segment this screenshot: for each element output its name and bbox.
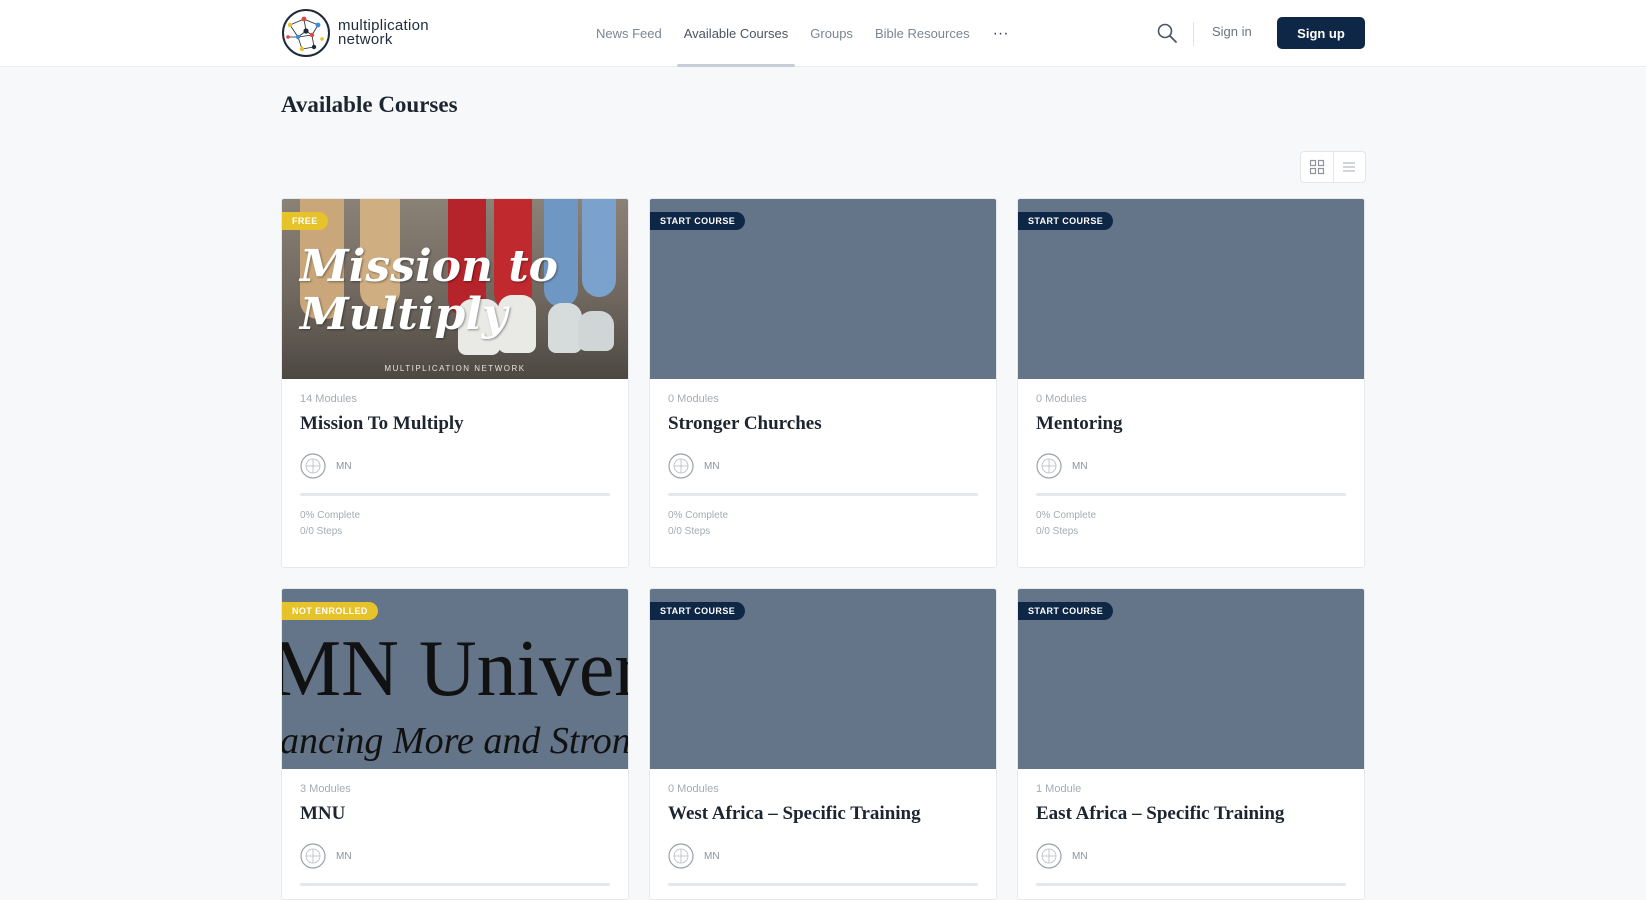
sign-in-link[interactable]: Sign in [1212, 24, 1252, 39]
logo-line-2: network [338, 31, 393, 48]
status-badge: Not Enrolled [282, 602, 378, 620]
progress-bar [668, 493, 978, 496]
course-card[interactable]: Mission to Multiply MULTIPLICATION NETWO… [281, 198, 629, 568]
course-author: MN [1036, 843, 1346, 869]
thumb-shoe [578, 311, 614, 351]
percent-complete: 0% Complete [300, 510, 361, 521]
nav-groups[interactable]: Groups [799, 0, 864, 67]
module-count: 1 Module [1036, 783, 1082, 795]
progress-bar [1036, 883, 1346, 886]
steps-count: 0/0 Steps [668, 526, 711, 537]
course-title[interactable]: Mission To Multiply [300, 413, 610, 435]
avatar [1036, 453, 1062, 479]
author-name: MN [336, 460, 352, 472]
main-nav: News Feed Available Courses Groups Bible… [585, 0, 1021, 67]
module-count: 14 Modules [300, 393, 357, 405]
search-icon[interactable] [1156, 22, 1178, 44]
progress-bar [1036, 493, 1346, 496]
module-count: 0 Modules [1036, 393, 1087, 405]
network-globe-icon [282, 9, 330, 57]
thumb-title: MN Univer [282, 625, 628, 713]
course-title[interactable]: Stronger Churches [668, 413, 978, 435]
course-card[interactable]: MN Univer ancing More and Stron Not Enro… [281, 588, 629, 900]
list-view-button[interactable] [1332, 152, 1365, 182]
course-author: MN [668, 843, 978, 869]
grid-view-button[interactable] [1301, 152, 1333, 182]
author-name: MN [1072, 850, 1088, 862]
author-name: MN [704, 850, 720, 862]
avatar [668, 453, 694, 479]
course-progress-meta: 0% Complete 0/0 Steps [668, 508, 978, 540]
course-thumbnail[interactable]: Start Course [650, 199, 996, 379]
course-card[interactable]: Start Course 0 Modules Stronger Churches… [649, 198, 997, 568]
percent-complete: 0% Complete [668, 510, 729, 521]
course-progress-meta: 0% Complete 0/0 Steps [1036, 508, 1346, 540]
course-author: MN [1036, 453, 1346, 479]
course-title[interactable]: Mentoring [1036, 413, 1346, 435]
progress-bar [668, 883, 978, 886]
steps-count: 0/0 Steps [300, 526, 343, 537]
course-progress-meta: 0% Complete 0/0 Steps [300, 508, 610, 540]
course-thumbnail[interactable]: MN Univer ancing More and Stron Not Enro… [282, 589, 628, 769]
grid-view-icon [1309, 159, 1325, 175]
course-thumbnail[interactable]: Start Course [1018, 589, 1364, 769]
site-logo[interactable]: multiplication network [280, 7, 470, 59]
progress-bar [300, 493, 610, 496]
nav-news-feed[interactable]: News Feed [585, 0, 673, 67]
course-card[interactable]: Start Course 0 Modules Mentoring MN 0% C… [1017, 198, 1365, 568]
page-title: Available Courses [281, 92, 458, 117]
course-title[interactable]: West Africa – Specific Training [668, 803, 978, 825]
course-thumbnail[interactable]: Start Course [1018, 199, 1364, 379]
list-view-icon [1343, 162, 1356, 172]
steps-count: 0/0 Steps [1036, 526, 1079, 537]
author-name: MN [336, 850, 352, 862]
author-name: MN [1072, 460, 1088, 472]
progress-bar [300, 883, 610, 886]
thumb-leg [582, 199, 616, 297]
course-thumbnail[interactable]: Start Course [650, 589, 996, 769]
status-badge: Free [282, 212, 328, 230]
course-title[interactable]: East Africa – Specific Training [1036, 803, 1346, 825]
avatar [1036, 843, 1062, 869]
header-divider [1193, 22, 1194, 46]
logo-wordmark: multiplication network [338, 18, 429, 48]
course-thumbnail[interactable]: Mission to Multiply MULTIPLICATION NETWO… [282, 199, 628, 379]
avatar [300, 453, 326, 479]
thumb-footer: MULTIPLICATION NETWORK [384, 364, 526, 373]
course-author: MN [300, 843, 610, 869]
nav-bible-resources[interactable]: Bible Resources [864, 0, 981, 67]
module-count: 3 Modules [300, 783, 351, 795]
site-header: multiplication network News Feed Availab… [0, 0, 1646, 67]
thumb-title: Mission to Multiply [300, 241, 559, 340]
status-badge: Start Course [1018, 212, 1114, 230]
nav-more-icon[interactable]: ··· [981, 0, 1021, 67]
module-count: 0 Modules [668, 393, 719, 405]
course-author: MN [300, 453, 610, 479]
course-author: MN [668, 453, 978, 479]
module-count: 0 Modules [668, 783, 719, 795]
status-badge: Start Course [650, 212, 746, 230]
author-name: MN [704, 460, 720, 472]
nav-available-courses[interactable]: Available Courses [673, 0, 800, 67]
status-badge: Start Course [1018, 602, 1114, 620]
course-card[interactable]: Start Course 0 Modules West Africa – Spe… [649, 588, 997, 900]
sign-up-button[interactable]: Sign up [1277, 17, 1365, 49]
avatar [668, 843, 694, 869]
course-title[interactable]: MNU [300, 803, 610, 825]
course-card[interactable]: Start Course 1 Module East Africa – Spec… [1017, 588, 1365, 900]
view-toggle [1300, 151, 1366, 183]
status-badge: Start Course [650, 602, 746, 620]
thumb-subtitle: ancing More and Stron [282, 720, 628, 762]
percent-complete: 0% Complete [1036, 510, 1097, 521]
avatar [300, 843, 326, 869]
